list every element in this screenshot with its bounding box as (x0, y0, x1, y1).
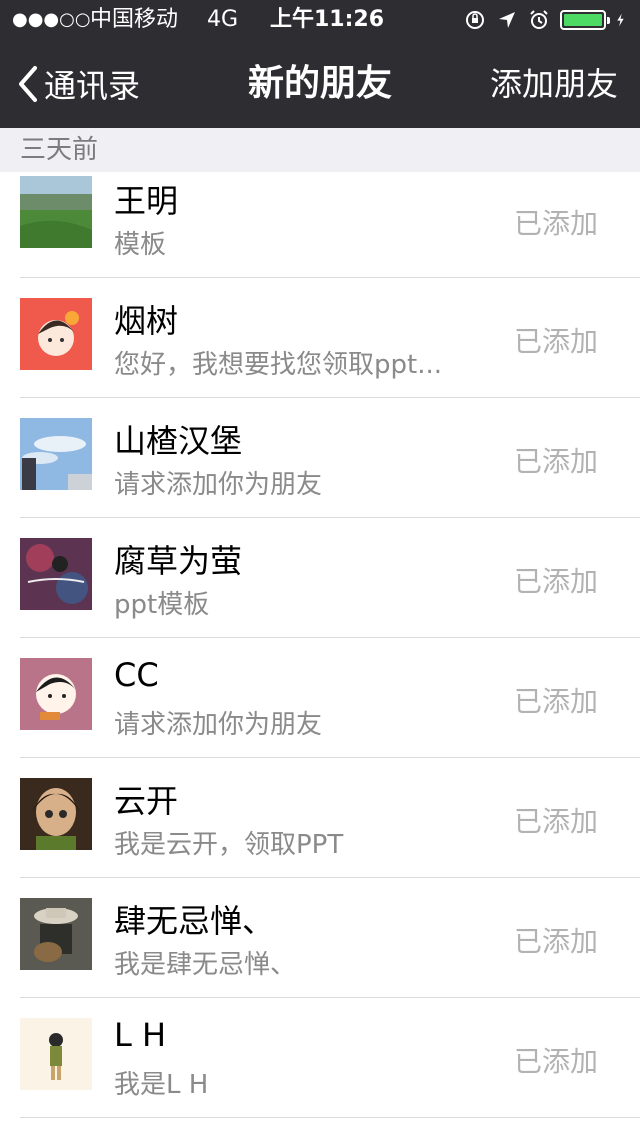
friend-name: L H (114, 1016, 167, 1054)
add-friend-button[interactable]: 添加朋友 (490, 40, 618, 128)
status-icons (464, 0, 630, 40)
list-item[interactable]: 肆无忌惮、 我是肆无忌惮、 已添加 (0, 878, 640, 998)
friend-message: 请求添加你为朋友 (114, 710, 323, 740)
friend-name: CC (114, 656, 159, 694)
added-status: 已添加 (513, 565, 598, 598)
friend-message: 我是云开，领取PPT (114, 830, 344, 860)
friend-message: 您好，我想要找您领取ppt... (114, 350, 442, 380)
signal-strength: ●●●○○ (12, 9, 91, 30)
list-item[interactable]: 云开 我是云开，领取PPT 已添加 (0, 758, 640, 878)
avatar (20, 538, 92, 610)
avatar (20, 898, 92, 970)
network-type: 4G (207, 7, 239, 32)
avatar (20, 1018, 92, 1090)
list-item[interactable]: 山楂汉堡 请求添加你为朋友 已添加 (0, 398, 640, 518)
list-item[interactable]: L H 我是L H 已添加 (0, 998, 640, 1118)
avatar (20, 658, 92, 730)
added-status: 已添加 (513, 805, 598, 838)
avatar (20, 298, 92, 370)
clock: 上午11:26 (270, 7, 385, 32)
avatar (20, 176, 92, 248)
top-bar: ●●●○○ 中国移动 4G 上午11:26 通讯录 新的朋友 添加朋友 (0, 0, 640, 128)
added-status: 已添加 (513, 207, 598, 240)
list-item[interactable]: 烟树 您好，我想要找您领取ppt... 已添加 (0, 278, 640, 398)
added-status: 已添加 (513, 1045, 598, 1078)
friend-name: 腐草为萤 (114, 542, 243, 580)
friend-name: 云开 (114, 782, 179, 820)
added-status: 已添加 (513, 325, 598, 358)
navigation-bar: 通讯录 新的朋友 添加朋友 (0, 40, 640, 128)
carrier-name: 中国移动 (90, 7, 179, 32)
list-item[interactable]: 王明 模板 已添加 (0, 172, 640, 278)
avatar (20, 778, 92, 850)
charging-bolt-icon (617, 13, 624, 27)
alarm-icon (530, 10, 548, 29)
list-item[interactable]: CC 请求添加你为朋友 已添加 (0, 638, 640, 758)
added-status: 已添加 (513, 925, 598, 958)
battery-icon (560, 10, 610, 30)
orientation-lock-icon (466, 11, 484, 29)
added-status: 已添加 (513, 445, 598, 478)
friend-request-list: 王明 模板 已添加 烟树 您好，我想要找您领取ppt... 已添加 山楂汉堡 请… (0, 172, 640, 1118)
divider (20, 1117, 640, 1118)
friend-message: 我是肆无忌惮、 (114, 950, 297, 980)
section-header: 三天前 (0, 128, 640, 172)
friend-message: ppt模板 (114, 590, 210, 620)
friend-name: 烟树 (114, 302, 179, 340)
list-item[interactable]: 腐草为萤 ppt模板 已添加 (0, 518, 640, 638)
friend-name: 山楂汉堡 (114, 422, 243, 460)
avatar (20, 418, 92, 490)
friend-message: 模板 (114, 230, 167, 260)
friend-message: 我是L H (114, 1070, 209, 1100)
friend-name: 王明 (114, 182, 179, 220)
friend-message: 请求添加你为朋友 (114, 470, 323, 500)
location-arrow-icon (499, 12, 515, 28)
status-bar: ●●●○○ 中国移动 4G 上午11:26 (0, 0, 640, 40)
friend-name: 肆无忌惮、 (114, 902, 275, 940)
added-status: 已添加 (513, 685, 598, 718)
